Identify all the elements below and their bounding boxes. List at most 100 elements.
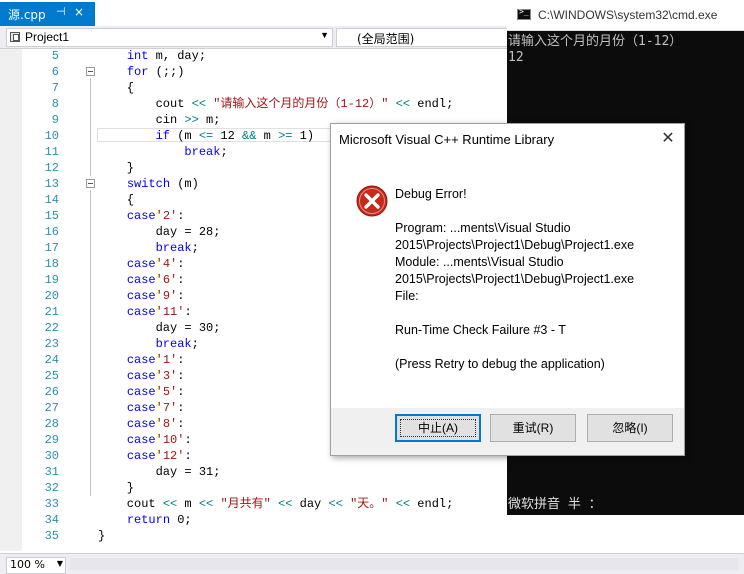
line-number: 15 — [44, 209, 59, 223]
line-number: 16 — [44, 225, 59, 239]
program-path-line1: Program: ...ments\Visual Studio — [395, 221, 571, 235]
code-text: case'12': — [126, 449, 192, 463]
code-text: } — [98, 161, 135, 175]
module-path-line1: Module: ...ments\Visual Studio — [395, 255, 564, 269]
line-number: 6 — [51, 65, 59, 79]
line-number: 32 — [44, 481, 59, 495]
console-icon — [517, 7, 531, 20]
line-number: 10 — [44, 129, 59, 143]
code-text: break; — [155, 337, 199, 351]
retry-button[interactable]: 重试(R) — [490, 414, 576, 442]
code-text: day = 28; — [98, 225, 221, 239]
code-text: case'10': — [126, 433, 192, 447]
code-text: break; — [184, 145, 228, 159]
line-number: 34 — [44, 513, 59, 527]
line-number: 25 — [44, 369, 59, 383]
line-number: 14 — [44, 193, 59, 207]
code-text: { — [98, 193, 135, 207]
line-number: 18 — [44, 257, 59, 271]
dialog-button-bar: 中止(A) 重试(R) 忽略(I) — [331, 408, 684, 455]
pin-icon[interactable]: ⊣ — [56, 5, 66, 18]
line-number: 11 — [44, 145, 59, 159]
line-number: 28 — [44, 417, 59, 431]
line-number: 23 — [44, 337, 59, 351]
line-number: 35 — [44, 529, 59, 543]
scope-dropdown[interactable]: (全局范围) — [336, 28, 508, 47]
project-dropdown[interactable]: Project1 ▼ — [6, 28, 333, 47]
ime-status: 微软拼音 半 ： — [508, 497, 602, 512]
code-text: return 0; — [126, 513, 192, 527]
code-text: { — [98, 81, 135, 95]
line-number: 31 — [44, 465, 59, 479]
code-text: case'9': — [126, 289, 185, 303]
code-text: day = 31; — [98, 465, 221, 479]
code-text: case'1': — [126, 353, 185, 367]
line-number: 21 — [44, 305, 59, 319]
code-text: for (;;) — [126, 65, 185, 79]
project-dropdown-label: Project1 — [25, 30, 70, 44]
dialog-title: Microsoft Visual C++ Runtime Library — [339, 132, 555, 147]
tab-label: 源.cpp — [8, 8, 46, 22]
runtime-error-dialog[interactable]: Microsoft Visual C++ Runtime Library ✕ D… — [330, 123, 685, 456]
code-text: switch (m) — [126, 177, 199, 191]
error-heading: Debug Error! — [395, 187, 467, 201]
editor-bottom-bar: 100 % ▼ — [0, 553, 744, 574]
tab-source-cpp[interactable]: 源.cpp ⊣ × — [0, 2, 95, 26]
code-text: cout << m << "月共有" << day << "天。" << end… — [98, 497, 454, 511]
chevron-down-icon: ▼ — [56, 559, 63, 568]
code-text: case'4': — [126, 257, 185, 271]
error-message: Run-Time Check Failure #3 - T — [395, 323, 566, 337]
line-number: 7 — [51, 81, 59, 95]
abort-button[interactable]: 中止(A) — [395, 414, 481, 442]
code-text: case'7': — [126, 401, 185, 415]
console-output-line: 12 — [508, 50, 524, 65]
code-text: case'5': — [126, 385, 185, 399]
code-text: cin >> m; — [98, 113, 221, 127]
line-number: 26 — [44, 385, 59, 399]
code-text: cout << "请输入这个月的月份（1-12）" << endl; — [98, 97, 454, 111]
ignore-button[interactable]: 忽略(I) — [587, 414, 673, 442]
line-number: 29 — [44, 433, 59, 447]
code-text: case'8': — [126, 417, 185, 431]
zoom-dropdown[interactable]: 100 % ▼ — [6, 557, 66, 574]
line-number: 27 — [44, 401, 59, 415]
horizontal-scrollbar[interactable] — [70, 558, 738, 570]
dialog-titlebar[interactable]: Microsoft Visual C++ Runtime Library ✕ — [331, 124, 684, 156]
console-title: C:\WINDOWS\system32\cmd.exe — [538, 8, 718, 22]
line-number: 33 — [44, 497, 59, 511]
line-number: 13 — [44, 177, 59, 191]
line-number: 19 — [44, 273, 59, 287]
code-text: if (m <= 12 && m >= 1) — [155, 129, 315, 143]
line-number: 20 — [44, 289, 59, 303]
error-icon — [356, 185, 388, 217]
close-tab-icon[interactable]: × — [74, 5, 84, 19]
code-text: case'11': — [126, 305, 192, 319]
chevron-down-icon: ▼ — [320, 30, 329, 40]
code-text: break; — [155, 241, 199, 255]
project-icon — [10, 32, 20, 42]
retry-hint: (Press Retry to debug the application) — [395, 357, 605, 371]
line-number: 24 — [44, 353, 59, 367]
file-label: File: — [395, 289, 419, 303]
collapse-icon[interactable] — [86, 179, 95, 188]
program-path-line2: 2015\Projects\Project1\Debug\Project1.ex… — [395, 238, 635, 252]
focus-rect — [400, 419, 476, 437]
line-number: 8 — [51, 97, 59, 111]
code-text: case'2': — [126, 209, 185, 223]
collapse-icon[interactable] — [86, 67, 95, 76]
code-line[interactable]: 35} — [0, 528, 744, 544]
code-text: int m, day; — [126, 49, 207, 63]
line-number: 5 — [51, 49, 59, 63]
console-titlebar[interactable]: C:\WINDOWS\system32\cmd.exe — [507, 0, 744, 31]
line-number: 12 — [44, 161, 59, 175]
module-path-line2: 2015\Projects\Project1\Debug\Project1.ex… — [395, 272, 635, 286]
console-output-line: 请输入这个月的月份（1-12） — [508, 34, 683, 49]
line-number: 22 — [44, 321, 59, 335]
code-text: case'3': — [126, 369, 185, 383]
line-number: 17 — [44, 241, 59, 255]
code-text: } — [98, 529, 106, 543]
line-number: 30 — [44, 449, 59, 463]
code-text: case'6': — [126, 273, 185, 287]
close-icon[interactable]: ✕ — [657, 128, 679, 150]
code-text: } — [98, 481, 135, 495]
